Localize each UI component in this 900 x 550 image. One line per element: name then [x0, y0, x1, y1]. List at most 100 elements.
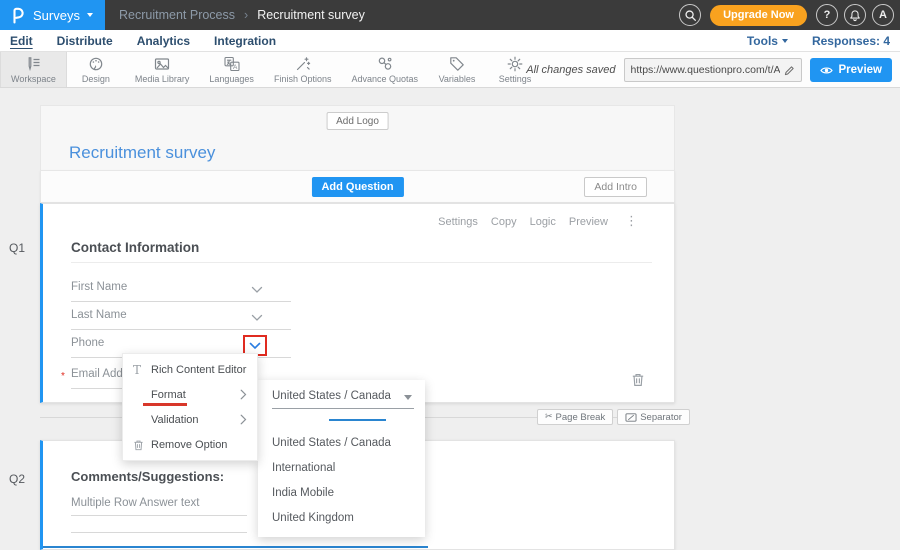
toolbar-item-finish-options[interactable]: Finish Options: [264, 52, 342, 87]
toolbar-item-design[interactable]: Design: [67, 52, 125, 87]
toolbar-item-languages[interactable]: A Languages: [199, 52, 264, 87]
menu-item-remove-option[interactable]: Remove Option: [123, 432, 257, 457]
upgrade-button[interactable]: Upgrade Now: [710, 5, 807, 26]
answer-row-first-name[interactable]: First Name: [71, 281, 291, 302]
question-actions: Settings Copy Logic Preview ⋮: [438, 214, 638, 229]
toolbar-label: Advance Quotas: [351, 74, 418, 84]
add-logo-button[interactable]: Add Logo: [326, 112, 389, 130]
survey-nav: Edit Distribute Analytics Integration To…: [0, 30, 900, 52]
chevron-down-icon[interactable]: [251, 286, 263, 294]
option-context-menu: T Rich Content Editor Format Validation: [122, 353, 258, 461]
product-label: Surveys: [33, 8, 80, 23]
add-question-button[interactable]: Add Question: [311, 177, 403, 197]
topbar: Surveys Recruitment Process › Recruitmen…: [0, 0, 900, 30]
question-logic-link[interactable]: Logic: [530, 216, 556, 228]
submenu-accent-line: [329, 419, 386, 421]
format-option-india-mobile[interactable]: India Mobile: [272, 487, 334, 501]
toolbar-label: Languages: [209, 74, 254, 84]
question-title-q1[interactable]: Contact Information: [71, 240, 199, 255]
question-copy-link[interactable]: Copy: [491, 216, 517, 228]
page-controls: ✂ Page Break Separator: [537, 409, 690, 425]
survey-canvas: Add Logo Recruitment survey Add Question…: [0, 88, 900, 550]
palette-icon: [88, 56, 104, 72]
format-select[interactable]: United States / Canada: [272, 390, 414, 409]
trash-icon[interactable]: [631, 372, 645, 387]
caret-down-icon: [782, 39, 788, 43]
chevron-down-icon[interactable]: [249, 342, 261, 350]
menu-item-validation[interactable]: Validation: [123, 407, 257, 432]
upgrade-label: Upgrade Now: [723, 9, 794, 21]
chevron-right-icon: [240, 414, 247, 425]
survey-url-field[interactable]: https://www.questionpro.com/t/APNrFZ: [624, 58, 802, 82]
question-title-q2[interactable]: Comments/Suggestions:: [71, 469, 224, 484]
tag-icon: [449, 56, 465, 72]
tab-analytics[interactable]: Analytics: [137, 34, 190, 48]
add-question-row: Add Question Add Intro: [40, 170, 675, 203]
edit-url-icon[interactable]: [784, 65, 795, 76]
survey-editor-app: Surveys Recruitment Process › Recruitmen…: [0, 0, 900, 550]
toolbar-item-advance-quotas[interactable]: Advance Quotas: [341, 52, 428, 87]
required-marker: *: [61, 371, 65, 382]
survey-title[interactable]: Recruitment survey: [69, 143, 215, 163]
add-logo-label: Add Logo: [336, 116, 379, 127]
format-option-united-kingdom[interactable]: United Kingdom: [272, 512, 354, 526]
separator-icon: [625, 412, 637, 423]
menu-item-rich-content-editor[interactable]: T Rich Content Editor: [123, 357, 257, 382]
format-option-international[interactable]: International: [272, 462, 335, 476]
gear-icon: [507, 56, 523, 72]
menu-item-label: Rich Content Editor: [151, 364, 246, 376]
responses-link[interactable]: Responses: 4: [812, 34, 890, 48]
tools-menu[interactable]: Tools: [747, 34, 788, 48]
chevron-down-icon[interactable]: [251, 314, 263, 322]
preview-button[interactable]: Preview: [810, 58, 892, 82]
chevron-right-icon: [240, 389, 247, 400]
toolbar-label: Media Library: [135, 74, 190, 84]
toolbar-label: Workspace: [11, 74, 56, 84]
answer-row-last-name[interactable]: Last Name: [71, 309, 291, 330]
surveys-product-menu[interactable]: Surveys: [0, 0, 105, 30]
question-divider: [71, 262, 652, 263]
multirow-answer-field[interactable]: Multiple Row Answer text: [71, 497, 247, 516]
page-break-button[interactable]: ✂ Page Break: [537, 409, 613, 425]
account-button[interactable]: A: [872, 4, 894, 26]
question-preview-link[interactable]: Preview: [569, 216, 608, 228]
trash-icon: [133, 439, 151, 451]
menu-item-format[interactable]: Format: [123, 382, 257, 407]
add-intro-button[interactable]: Add Intro: [584, 177, 647, 197]
nav-right: Tools Responses: 4: [747, 34, 890, 48]
format-selected-value: United States / Canada: [272, 390, 391, 402]
answer-line: [71, 532, 247, 533]
question-settings-link[interactable]: Settings: [438, 216, 478, 228]
links-icon: [377, 56, 393, 72]
separator-button[interactable]: Separator: [617, 409, 690, 425]
topbar-actions: Upgrade Now ? A: [679, 4, 900, 26]
toolbar-label: Variables: [439, 74, 476, 84]
breadcrumb-current: Recruitment survey: [257, 8, 365, 22]
toolbar-label: Design: [82, 74, 110, 84]
search-button[interactable]: [679, 4, 701, 26]
notifications-button[interactable]: [844, 4, 866, 26]
breadcrumb-separator: ›: [244, 8, 248, 22]
survey-header: Add Logo Recruitment survey: [40, 105, 675, 170]
preview-label: Preview: [839, 64, 882, 76]
add-intro-label: Add Intro: [594, 181, 637, 193]
tab-edit[interactable]: Edit: [10, 34, 33, 48]
format-submenu-panel: United States / Canada United States / C…: [258, 380, 425, 537]
eye-icon: [820, 65, 833, 76]
toolbar-item-variables[interactable]: Variables: [428, 52, 486, 87]
help-icon: ?: [824, 9, 831, 21]
question-number-q1: Q1: [9, 241, 25, 255]
tab-integration[interactable]: Integration: [214, 34, 276, 48]
help-button[interactable]: ?: [816, 4, 838, 26]
avatar: A: [879, 9, 887, 21]
kebab-menu-icon[interactable]: ⋮: [625, 214, 638, 229]
workspace-icon: [25, 56, 41, 72]
format-option-us-canada[interactable]: United States / Canada: [272, 437, 391, 451]
toolbar-item-workspace[interactable]: Workspace: [0, 52, 67, 87]
separator-label: Separator: [640, 412, 682, 423]
tab-distribute[interactable]: Distribute: [57, 34, 113, 48]
bell-icon: [849, 9, 861, 22]
toolbar-item-media-library[interactable]: Media Library: [125, 52, 200, 87]
toolbar-label: Finish Options: [274, 74, 332, 84]
breadcrumb-folder[interactable]: Recruitment Process: [119, 8, 235, 22]
